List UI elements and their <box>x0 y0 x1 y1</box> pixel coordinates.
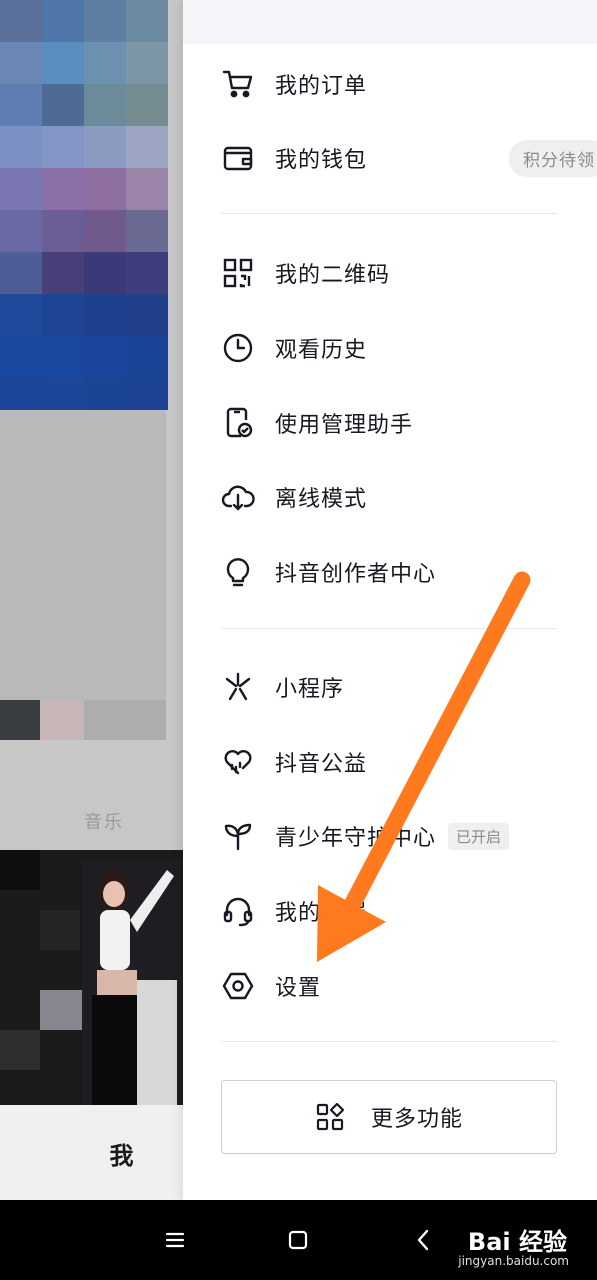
drawer-header <box>183 0 597 44</box>
menu-label: 设置 <box>275 976 322 1001</box>
wallet-icon <box>221 141 255 175</box>
sprout-icon <box>221 819 255 853</box>
menu-nav-button[interactable] <box>155 1220 195 1260</box>
menu-label: 我的钱包 <box>275 148 368 173</box>
menu-label: 青少年守护中心 <box>275 826 437 851</box>
side-drawer: 我的订单 我的钱包 积分待领 我的二维码 观看历史 使用管理助手 离线模式 抖音… <box>183 0 597 1200</box>
cart-icon <box>221 67 255 101</box>
baidu-watermark: Bai 经验 <box>467 1228 567 1256</box>
menu-item-qrcode[interactable]: 我的二维码 <box>221 243 581 303</box>
clock-icon <box>221 331 255 365</box>
watermark-url: jingyan.baidu.com <box>458 1254 569 1268</box>
menu-label: 观看历史 <box>275 338 368 363</box>
menu-label: 抖音公益 <box>275 752 368 777</box>
tab-me[interactable]: 我 <box>0 1136 183 1171</box>
phone-check-icon <box>221 406 255 440</box>
enabled-badge: 已开启 <box>448 822 510 850</box>
menu-label: 我的二维码 <box>275 263 391 288</box>
lightbulb-icon <box>221 555 255 589</box>
menu-label: 我的订单 <box>275 74 368 99</box>
blurred-strip <box>0 700 166 740</box>
cloud-download-icon <box>221 480 255 514</box>
heart-rain-icon <box>221 745 255 779</box>
grid-icon <box>316 1102 345 1131</box>
divider <box>221 628 557 629</box>
menu-label: 抖音创作者中心 <box>275 562 437 587</box>
back-chevron-icon <box>417 1229 429 1251</box>
menu-item-charity[interactable]: 抖音公益 <box>221 732 581 792</box>
menu-item-offline[interactable]: 离线模式 <box>221 467 581 527</box>
qrcode-icon <box>221 256 255 290</box>
back-nav-button[interactable] <box>404 1220 444 1260</box>
background-page: 音乐 我 <box>0 0 183 1200</box>
menu-item-settings[interactable]: 设置 <box>221 956 581 1016</box>
menu-item-wallet[interactable]: 我的钱包 积分待领 <box>221 128 597 188</box>
points-badge[interactable]: 积分待领 <box>509 139 597 177</box>
divider <box>221 213 557 214</box>
menu-item-customer-service[interactable]: 我的客服 <box>221 881 581 941</box>
divider <box>221 1041 557 1042</box>
menu-item-creator-center[interactable]: 抖音创作者中心 <box>221 542 581 602</box>
more-features-button[interactable]: 更多功能 <box>221 1080 557 1154</box>
menu-label: 我的客服 <box>275 901 368 926</box>
menu-item-orders[interactable]: 我的订单 <box>221 54 581 114</box>
menu-label: 小程序 <box>275 677 345 702</box>
dancer-figure <box>82 860 182 1105</box>
menu-item-usage-manager[interactable]: 使用管理助手 <box>221 393 581 453</box>
menu-item-history[interactable]: 观看历史 <box>221 318 581 378</box>
music-label: 音乐 <box>84 812 124 833</box>
more-features-label: 更多功能 <box>370 1107 463 1132</box>
blurred-profile-image <box>0 0 168 410</box>
home-nav-button[interactable] <box>278 1220 318 1260</box>
settings-hexagon-icon <box>221 969 255 1003</box>
dimmed-area <box>0 410 166 700</box>
headset-icon <box>221 894 255 928</box>
home-square-icon <box>288 1230 308 1250</box>
menu-item-teen-mode[interactable]: 青少年守护中心 已开启 <box>221 806 581 866</box>
mini-program-icon <box>221 670 255 704</box>
menu-icon <box>165 1232 185 1248</box>
menu-label: 使用管理助手 <box>275 413 414 438</box>
menu-item-mini-programs[interactable]: 小程序 <box>221 657 581 717</box>
menu-label: 离线模式 <box>275 487 368 512</box>
